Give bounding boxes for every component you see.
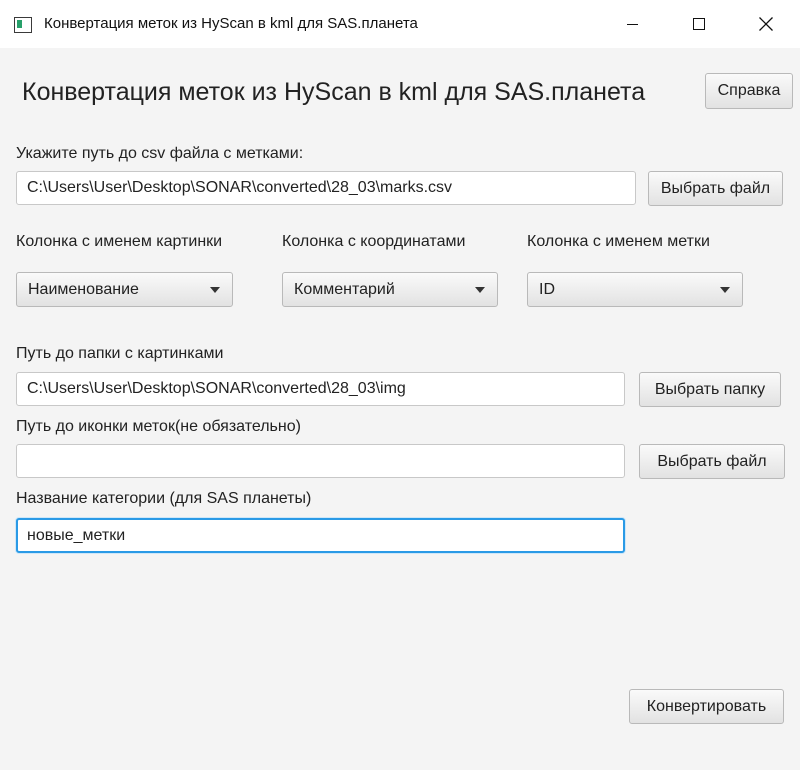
mark-column-select[interactable]: ID — [527, 272, 743, 307]
help-button[interactable]: Справка — [705, 73, 793, 109]
page-title: Конвертация меток из HyScan в kml для SA… — [22, 78, 646, 106]
mark-column-label: Колонка с именем метки — [527, 233, 710, 250]
csv-path-field[interactable]: C:\Users\User\Desktop\SONAR\converted\28… — [16, 171, 636, 205]
mark-column-value: ID — [539, 280, 555, 298]
close-button[interactable] — [735, 0, 797, 48]
convert-button[interactable]: Конвертировать — [629, 689, 784, 724]
coords-column-label: Колонка с координатами — [282, 233, 466, 250]
app-icon — [14, 17, 32, 33]
coords-column-value: Комментарий — [294, 280, 395, 298]
close-icon — [759, 17, 773, 31]
chevron-down-icon — [720, 287, 730, 293]
maximize-button[interactable] — [668, 0, 730, 48]
coords-column-select[interactable]: Комментарий — [282, 272, 498, 307]
main-panel: Конвертация меток из HyScan в kml для SA… — [0, 48, 800, 770]
csv-path-label: Укажите путь до csv файла с метками: — [16, 145, 304, 162]
images-folder-label: Путь до папки с картинками — [16, 345, 224, 362]
icon-path-label: Путь до иконки меток(не обязательно) — [16, 418, 301, 435]
icon-path-field[interactable] — [16, 444, 625, 478]
title-bar: Конвертация меток из HyScan в kml для SA… — [0, 0, 800, 48]
image-column-select[interactable]: Наименование — [16, 272, 233, 307]
select-icon-file-button[interactable]: Выбрать файл — [639, 444, 785, 479]
chevron-down-icon — [210, 287, 220, 293]
minimize-button[interactable] — [601, 0, 663, 48]
images-folder-field[interactable]: C:\Users\User\Desktop\SONAR\converted\28… — [16, 372, 625, 406]
minimize-icon — [626, 23, 638, 25]
image-column-label: Колонка с именем картинки — [16, 233, 223, 250]
image-column-value: Наименование — [28, 280, 139, 298]
chevron-down-icon — [475, 287, 485, 293]
select-csv-file-button[interactable]: Выбрать файл — [648, 171, 783, 206]
category-name-field[interactable]: новые_метки — [16, 518, 625, 553]
maximize-icon — [693, 18, 705, 30]
select-folder-button[interactable]: Выбрать папку — [639, 372, 781, 407]
window-title: Конвертация меток из HyScan в kml для SA… — [44, 15, 418, 32]
category-label: Название категории (для SAS планеты) — [16, 490, 312, 507]
